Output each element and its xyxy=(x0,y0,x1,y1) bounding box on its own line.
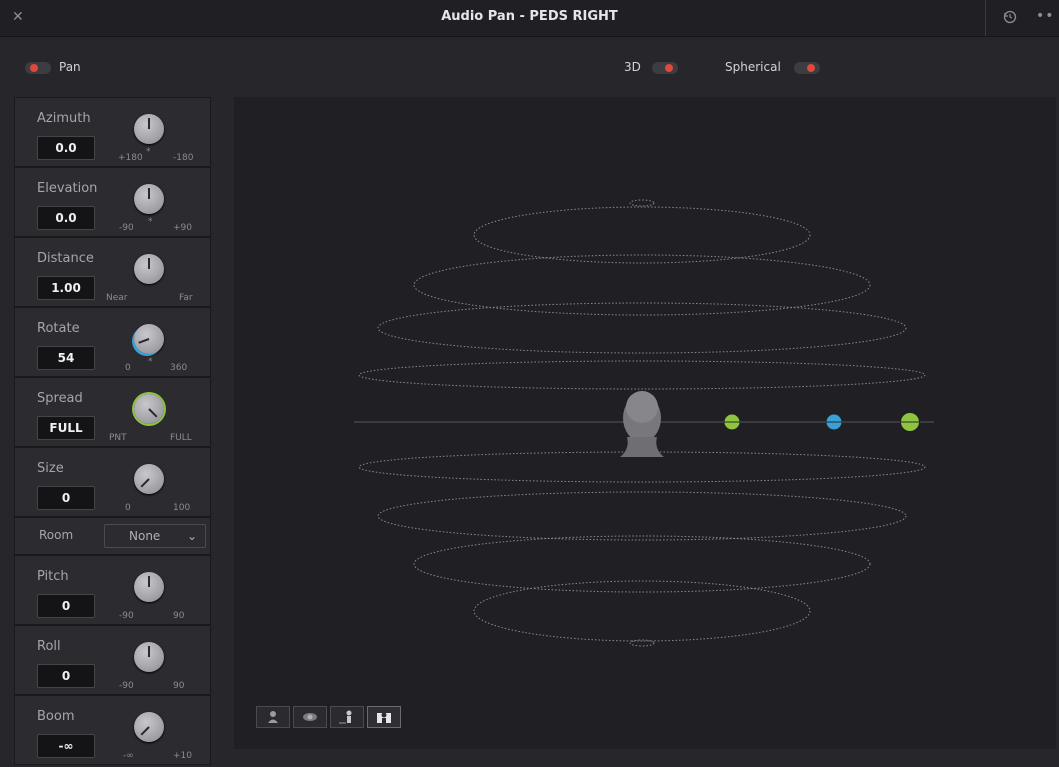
3d-pan-viewport[interactable] xyxy=(234,97,1056,749)
sphere-ring xyxy=(629,199,655,207)
param-label: Rotate xyxy=(37,321,80,336)
size-control: Size 0 0 100 xyxy=(14,447,211,517)
spherical-toggle[interactable] xyxy=(794,62,820,74)
center-mark: * xyxy=(148,217,153,227)
azimuth-knob[interactable] xyxy=(134,114,164,144)
param-label: Boom xyxy=(37,709,75,724)
range-max-label: 360 xyxy=(170,363,188,373)
more-icon[interactable]: •• xyxy=(1036,8,1055,24)
param-label: Spread xyxy=(37,391,83,406)
range-min-label: PNT xyxy=(109,433,127,443)
distance-knob[interactable] xyxy=(134,254,164,284)
pan-label: Pan xyxy=(59,60,81,74)
roll-knob[interactable] xyxy=(134,642,164,672)
distance-value-field[interactable]: 1.00 xyxy=(37,276,95,300)
param-label: Pitch xyxy=(37,569,69,584)
rotate-control: Rotate 54 0 * 360 xyxy=(14,307,211,377)
sphere-ring xyxy=(629,639,655,647)
range-min-label: 0 xyxy=(125,503,131,513)
chevron-down-icon: ⌄ xyxy=(186,529,197,543)
param-label: Roll xyxy=(37,639,61,654)
elevation-control: Elevation 0.0 -90 * +90 xyxy=(14,167,211,237)
size-knob[interactable] xyxy=(134,464,164,494)
roll-control: Roll 0 -90 90 xyxy=(14,625,211,695)
range-max-label: 90 xyxy=(173,681,185,691)
spread-value-field[interactable]: FULL xyxy=(37,416,95,440)
azimuth-control: Azimuth 0.0 +180 * -180 xyxy=(14,97,211,167)
distance-control: Distance 1.00 Near Far xyxy=(14,237,211,307)
room-selected-value: None xyxy=(129,529,161,543)
param-label: Size xyxy=(37,461,64,476)
center-mark: * xyxy=(148,357,153,367)
elevation-knob[interactable] xyxy=(134,184,164,214)
pan-toggle[interactable] xyxy=(25,62,51,74)
roll-value-field[interactable]: 0 xyxy=(37,664,95,688)
center-mark: * xyxy=(146,147,151,157)
boom-knob[interactable] xyxy=(134,712,164,742)
range-min-label: +180 xyxy=(118,153,143,163)
reset-icon[interactable] xyxy=(1002,9,1018,25)
source-point-green xyxy=(900,413,920,431)
param-label: Elevation xyxy=(37,181,98,196)
sphere-ring xyxy=(473,580,811,642)
3d-toggle[interactable] xyxy=(652,62,678,74)
range-max-label: +10 xyxy=(173,751,192,761)
size-value-field[interactable]: 0 xyxy=(37,486,95,510)
range-min-label: -90 xyxy=(119,223,134,233)
sphere-ring xyxy=(413,254,871,316)
top-view-icon xyxy=(303,713,317,721)
range-max-label: +90 xyxy=(173,223,192,233)
listener-head-icon xyxy=(620,391,664,457)
range-max-label: Far xyxy=(179,293,193,303)
title-bar: ✕ Audio Pan - PEDS RIGHT •• xyxy=(0,0,1059,37)
spread-knob[interactable] xyxy=(134,394,164,424)
view-mode-buttons xyxy=(256,706,401,728)
range-max-label: 100 xyxy=(173,503,191,513)
range-max-label: FULL xyxy=(170,433,192,443)
parameter-panel: Azimuth 0.0 +180 * -180 Elevation 0.0 -9… xyxy=(14,97,211,765)
front-view-button[interactable] xyxy=(367,706,401,728)
source-point-green xyxy=(724,414,740,430)
param-label: Distance xyxy=(37,251,94,266)
room-dropdown[interactable]: None ⌄ xyxy=(104,524,206,548)
pitch-knob[interactable] xyxy=(134,572,164,602)
azimuth-value-field[interactable]: 0.0 xyxy=(37,136,95,160)
rotate-knob[interactable] xyxy=(134,324,164,354)
top-view-button[interactable] xyxy=(293,706,327,728)
perspective-view-button[interactable] xyxy=(256,706,290,728)
perspective-view-icon xyxy=(268,711,278,723)
range-min-label: Near xyxy=(106,293,128,303)
spread-control: Spread FULL PNT FULL xyxy=(14,377,211,447)
range-min-label: -90 xyxy=(119,611,134,621)
sphere-ring xyxy=(377,491,907,541)
sphere-ring xyxy=(358,360,926,390)
side-view-icon xyxy=(339,710,352,724)
side-view-button[interactable] xyxy=(330,706,364,728)
window-title: Audio Pan - PEDS RIGHT xyxy=(441,9,618,24)
boom-value-field[interactable]: -∞ xyxy=(37,734,95,758)
divider xyxy=(985,0,986,36)
range-max-label: -180 xyxy=(173,153,194,163)
boom-control: Boom -∞ -∞ +10 xyxy=(14,695,211,765)
range-max-label: 90 xyxy=(173,611,185,621)
front-view-icon xyxy=(377,712,391,723)
param-label: Azimuth xyxy=(37,111,91,126)
source-point-blue xyxy=(826,414,842,430)
3d-label: 3D xyxy=(624,60,641,74)
room-control: Room None ⌄ xyxy=(14,517,211,555)
range-min-label: -∞ xyxy=(123,751,134,761)
spherical-label: Spherical xyxy=(725,60,781,74)
range-min-label: 0 xyxy=(125,363,131,373)
rotate-value-field[interactable]: 54 xyxy=(37,346,95,370)
room-label: Room xyxy=(39,528,74,542)
sphere-ring xyxy=(413,535,871,593)
sphere-ring xyxy=(377,302,907,354)
pitch-value-field[interactable]: 0 xyxy=(37,594,95,618)
pitch-control: Pitch 0 -90 90 xyxy=(14,555,211,625)
sphere-visualization xyxy=(354,199,934,647)
elevation-value-field[interactable]: 0.0 xyxy=(37,206,95,230)
range-min-label: -90 xyxy=(119,681,134,691)
